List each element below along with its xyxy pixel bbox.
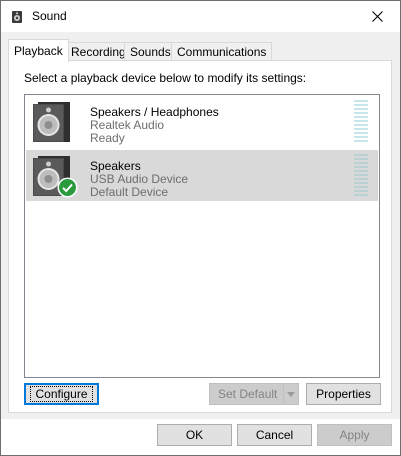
tab-recording[interactable]: Recording — [65, 42, 132, 61]
window-title: Sound — [32, 9, 67, 23]
title-bar[interactable]: Sound — [1, 1, 400, 32]
tab-sounds[interactable]: Sounds — [124, 42, 177, 61]
set-default-button[interactable]: Set Default — [209, 383, 299, 405]
volume-meter — [354, 100, 368, 142]
speaker-device-icon — [33, 102, 70, 142]
volume-meter — [354, 154, 368, 196]
device-item-speakers-usb[interactable]: Speakers USB Audio Device Default Device — [26, 150, 378, 201]
dialog-body: Playback Recording Sounds Communications… — [1, 32, 400, 419]
set-default-label: Set Default — [218, 387, 278, 401]
speaker-icon — [12, 11, 22, 23]
playback-tab-page: Select a playback device below to modify… — [8, 60, 392, 413]
device-name: Speakers — [90, 159, 141, 173]
device-name: Speakers / Headphones — [90, 105, 219, 119]
properties-button[interactable]: Properties — [306, 383, 381, 405]
apply-label: Apply — [339, 428, 370, 442]
default-device-check-icon — [57, 177, 78, 198]
close-button[interactable] — [355, 1, 400, 31]
sound-dialog: Sound Playback Recording Sounds Communic… — [0, 0, 401, 456]
chevron-down-icon — [286, 391, 295, 397]
tab-communications[interactable]: Communications — [171, 42, 273, 61]
device-status: Default Device — [90, 185, 169, 199]
device-driver: Realtek Audio — [90, 118, 165, 132]
configure-button[interactable]: Configure — [24, 383, 99, 405]
close-icon — [372, 10, 383, 22]
ok-label: OK — [185, 428, 204, 442]
properties-label: Properties — [316, 387, 371, 401]
cancel-button[interactable]: Cancel — [237, 424, 312, 446]
apply-button[interactable]: Apply — [317, 424, 392, 446]
tab-playback[interactable]: Playback — [8, 39, 69, 62]
device-status: Ready — [90, 131, 125, 145]
cancel-label: Cancel — [255, 428, 294, 442]
device-driver: USB Audio Device — [90, 172, 189, 186]
ok-button[interactable]: OK — [157, 424, 232, 446]
playback-device-list[interactable]: Speakers / Headphones Realtek Audio Read… — [24, 94, 380, 378]
set-default-dropdown[interactable] — [283, 384, 297, 404]
device-item-speakers-headphones[interactable]: Speakers / Headphones Realtek Audio Read… — [26, 96, 378, 147]
instruction-text: Select a playback device below to modify… — [24, 71, 307, 85]
configure-label: Configure — [30, 386, 93, 402]
